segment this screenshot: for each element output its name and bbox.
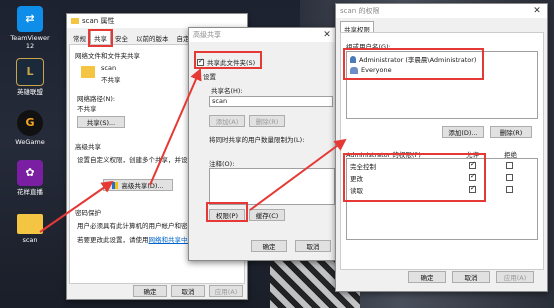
annotation-arrows — [39, 68, 347, 233]
arrow-advanced-to-checkbox — [149, 68, 202, 186]
arrow-desktop-to-advanced — [39, 180, 114, 233]
arrow-permissions-to-dialog — [249, 138, 347, 211]
